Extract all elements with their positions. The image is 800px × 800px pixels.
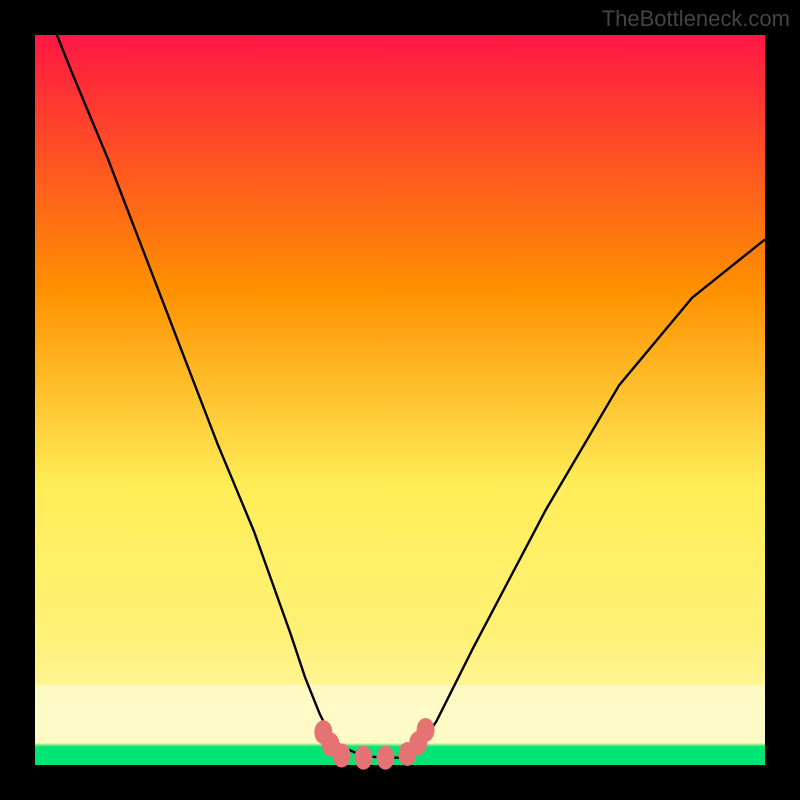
chart-frame: TheBottleneck.com	[0, 0, 800, 800]
valley-dot	[417, 718, 435, 742]
valley-dot	[333, 744, 351, 768]
bottleneck-chart	[0, 0, 800, 800]
valley-dot	[376, 746, 394, 770]
watermark-text: TheBottleneck.com	[602, 6, 790, 32]
valley-dot	[355, 746, 373, 770]
plot-background	[35, 35, 765, 765]
pale-band	[35, 685, 765, 743]
